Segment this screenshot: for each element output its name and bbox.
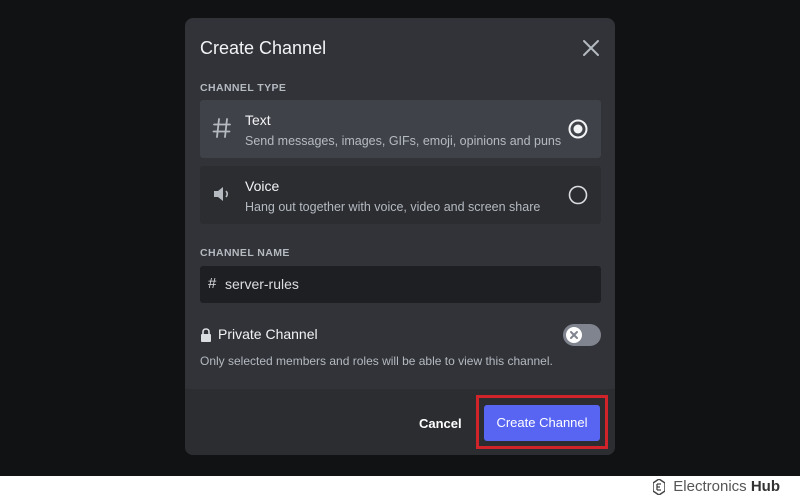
x-icon	[570, 331, 578, 339]
private-channel-label: Private Channel	[218, 326, 318, 342]
speaker-icon	[210, 182, 234, 206]
radio-selected-icon[interactable]	[568, 119, 588, 139]
private-channel-description: Only selected members and roles will be …	[200, 354, 553, 368]
watermark-brand-suffix: Hub	[750, 478, 780, 495]
option-description-voice: Hang out together with voice, video and …	[245, 200, 541, 214]
option-title-text: Text	[245, 112, 271, 128]
close-button[interactable]	[579, 36, 603, 60]
cancel-button[interactable]: Cancel	[419, 416, 462, 431]
channel-type-text-option[interactable]: Text Send messages, images, GIFs, emoji,…	[200, 100, 601, 158]
modal-title: Create Channel	[200, 38, 327, 58]
modal-header: Create Channel	[185, 18, 615, 78]
radio-unselected-icon[interactable]	[568, 185, 588, 205]
highlight-annotation-box	[476, 395, 608, 449]
option-description-text: Send messages, images, GIFs, emoji, opin…	[245, 134, 562, 148]
close-icon	[583, 40, 599, 56]
lock-icon	[201, 328, 211, 342]
channel-type-label: CHANNEL TYPE	[200, 82, 287, 94]
private-channel-row: Private Channel	[200, 324, 601, 348]
hash-icon	[210, 116, 234, 140]
watermark-brand-prefix: Electronics	[673, 478, 747, 495]
channel-name-field[interactable]: #	[200, 266, 601, 303]
watermark: Electronics Hub	[653, 478, 780, 498]
channel-type-voice-option[interactable]: Voice Hang out together with voice, vide…	[200, 166, 601, 224]
toggle-knob	[566, 327, 582, 343]
option-title-voice: Voice	[245, 178, 280, 194]
channel-name-label: CHANNEL NAME	[200, 247, 290, 259]
channel-name-prefix: #	[208, 275, 217, 292]
electronics-hub-logo-icon	[653, 479, 666, 496]
private-channel-toggle[interactable]	[563, 324, 601, 346]
channel-name-input[interactable]	[225, 274, 585, 294]
create-channel-modal: Create Channel CHANNEL TYPE Text Send me…	[185, 18, 615, 455]
